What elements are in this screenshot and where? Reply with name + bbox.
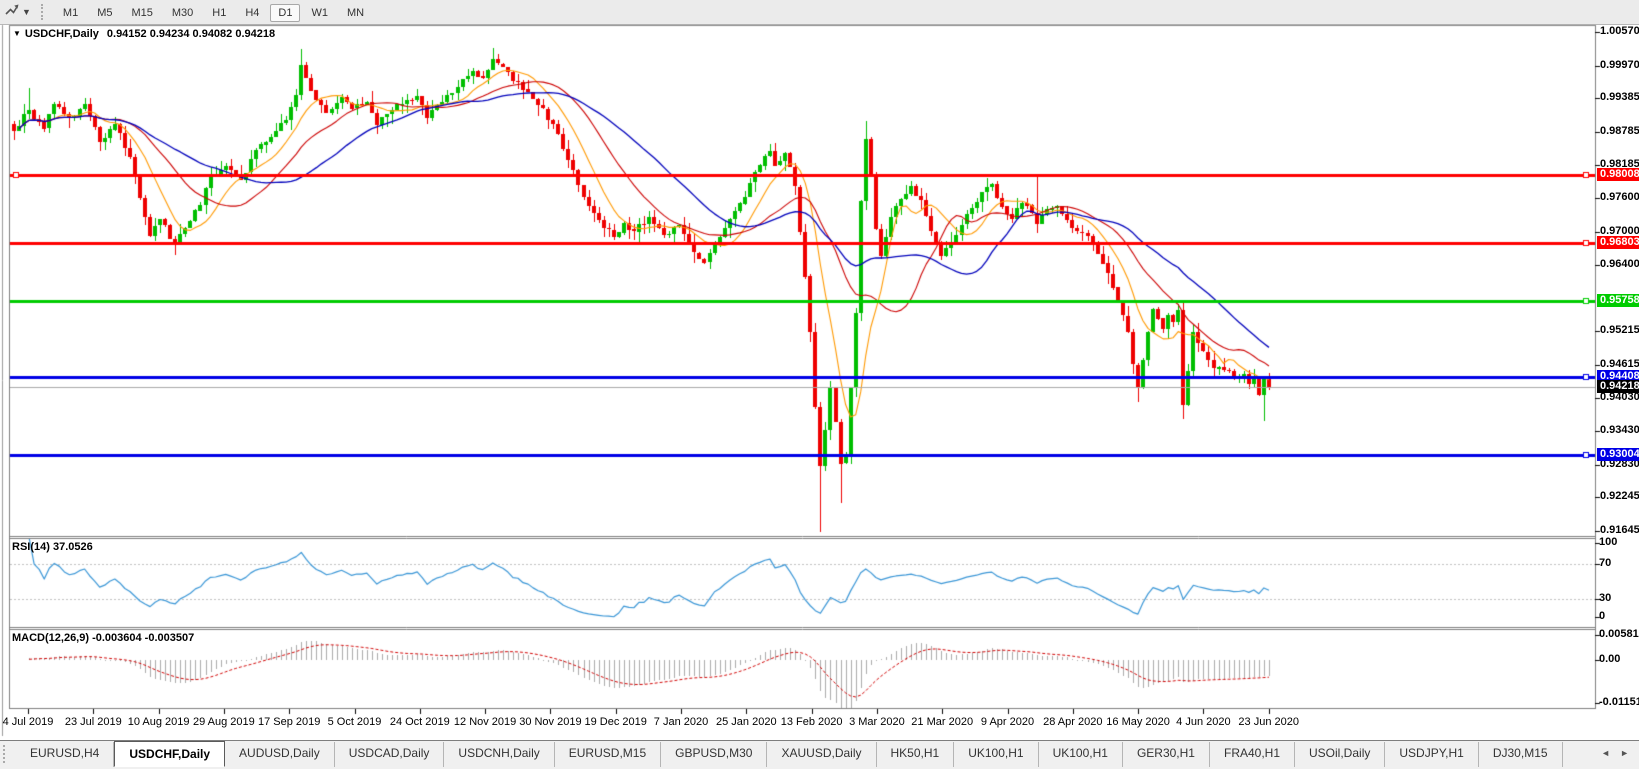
chart-title-ohlc: 0.94152 0.94234 0.94082 0.94218 — [106, 28, 276, 40]
chart-canvas[interactable] — [0, 0, 1639, 769]
macd-axis-label: 0.00 — [1599, 653, 1621, 665]
date-tick-label: 7 Jan 2020 — [653, 716, 709, 728]
date-tick-label: 17 Sep 2019 — [257, 716, 321, 728]
rsi-axis-label: 0 — [1599, 610, 1606, 622]
chart-tab-eurusd-m15[interactable]: EURUSD,M15 — [555, 742, 662, 767]
date-tick-label: 12 Nov 2019 — [453, 716, 517, 728]
chart-tab-usdcad-daily[interactable]: USDCAD,Daily — [335, 742, 445, 767]
date-tick-label: 13 Feb 2020 — [780, 716, 843, 728]
date-tick-label: 30 Nov 2019 — [519, 716, 582, 728]
price-tick-label: 0.95215 — [1600, 324, 1639, 337]
price-tick-label: 0.97600 — [1600, 191, 1639, 204]
date-tick-label: 10 Aug 2019 — [127, 716, 190, 728]
price-tick-label: 0.93430 — [1600, 424, 1639, 437]
chart-tab-dj30-m15[interactable]: DJ30,M15 — [1479, 742, 1563, 767]
date-tick-label: 25 Jan 2020 — [716, 716, 777, 728]
price-tick-label: 0.92245 — [1600, 490, 1639, 503]
price-tick-label: 0.99970 — [1600, 58, 1639, 71]
chart-tab-bar: EURUSD,H4 USDCHF,Daily AUDUSD,Daily USDCAD,… — [0, 740, 1639, 769]
date-tick-label: 28 Apr 2020 — [1043, 716, 1103, 728]
price-tick-label: 0.99385 — [1600, 91, 1639, 104]
chart-title-symbol: USDCHF,Daily — [24, 28, 99, 40]
chart-tab-usdjpy-h1[interactable]: USDJPY,H1 — [1385, 742, 1479, 767]
chart-tab-uk100-h1[interactable]: UK100,H1 — [954, 742, 1039, 767]
date-tick-label: 19 Dec 2019 — [584, 716, 647, 728]
chart-tab-hk50-h1[interactable]: HK50,H1 — [877, 742, 955, 767]
macd-axis-label: 0.005818 — [1599, 628, 1639, 640]
price-tick-label: 0.98785 — [1600, 124, 1639, 137]
rsi-indicator-label: RSI(14) 37.0526 — [12, 541, 93, 553]
symbol-dropdown-caret[interactable]: ▼ — [13, 29, 21, 38]
chart-tab-eurusd-h4[interactable]: EURUSD,H4 — [16, 742, 115, 767]
macd-indicator-label: MACD(12,26,9) -0.003604 -0.003507 — [12, 632, 195, 644]
price-tick-label: 0.91645 — [1600, 524, 1639, 536]
date-tick-label: 23 Jul 2019 — [64, 716, 122, 728]
hline-price-label: 0.93004 — [1597, 448, 1639, 462]
macd-axis-label: -0.011514 — [1599, 696, 1639, 708]
date-tick-label: 24 Oct 2019 — [389, 716, 450, 728]
chart-tab-audusd-daily[interactable]: AUDUSD,Daily — [225, 742, 335, 767]
chart-tab-usdchf-daily[interactable]: USDCHF,Daily — [114, 741, 226, 767]
hline-price-label: 0.96803 — [1597, 235, 1639, 249]
date-tick-label: 5 Oct 2019 — [327, 716, 382, 728]
tab-scroll-left-icon[interactable]: ◄ — [1601, 748, 1610, 758]
rsi-axis-label: 70 — [1599, 557, 1612, 569]
date-tick-label: 3 Mar 2020 — [849, 716, 905, 728]
date-tick-label: 29 Aug 2019 — [192, 716, 255, 728]
date-tick-label: 23 Jun 2020 — [1238, 716, 1299, 728]
hline-price-label: 0.94218 — [1597, 380, 1639, 394]
date-tick-label: 21 Mar 2020 — [911, 716, 974, 728]
price-tick-label: 0.94615 — [1600, 357, 1639, 370]
date-tick-label: 4 Jul 2019 — [2, 716, 54, 728]
chart-tab-usdcnh-daily[interactable]: USDCNH,Daily — [444, 742, 555, 767]
chart-tab-xauusd-daily[interactable]: XAUUSD,Daily — [767, 742, 877, 767]
hline-price-label: 0.95758 — [1597, 294, 1639, 308]
price-tick-label: 0.96400 — [1600, 258, 1639, 271]
chart-tab-ger30-h1[interactable]: GER30,H1 — [1123, 742, 1210, 767]
chart-tab-uk100-h1[interactable]: UK100,H1 — [1039, 742, 1123, 767]
tab-scroll-right-icon[interactable]: ► — [1620, 748, 1629, 758]
date-tick-label: 9 Apr 2020 — [980, 716, 1035, 728]
chart-tab-gbpusd-m30[interactable]: GBPUSD,M30 — [661, 742, 768, 767]
rsi-axis-label: 30 — [1599, 592, 1612, 604]
chart-title: ▼ USDCHF,Daily 0.94152 0.94234 0.94082 0.9… — [13, 28, 275, 40]
date-tick-label: 16 May 2020 — [1106, 716, 1170, 728]
price-tick-label: 1.00570 — [1600, 25, 1639, 37]
hline-price-label: 0.98008 — [1597, 168, 1639, 182]
chart-tab-fra40-h1[interactable]: FRA40,H1 — [1210, 742, 1296, 767]
chart-tab-usoil-daily[interactable]: USOil,Daily — [1295, 742, 1386, 767]
tabbar-grip — [3, 745, 10, 763]
rsi-axis-label: 100 — [1599, 536, 1618, 548]
tab-items: EURUSD,H4 USDCHF,Daily AUDUSD,Daily USDCAD,… — [16, 741, 1563, 767]
trading-platform-window: ▼ M1M5M15M30H1H4D1W1MN ▼USDCHF,Daily0.94… — [0, 0, 1639, 769]
date-tick-label: 4 Jun 2020 — [1176, 716, 1231, 728]
